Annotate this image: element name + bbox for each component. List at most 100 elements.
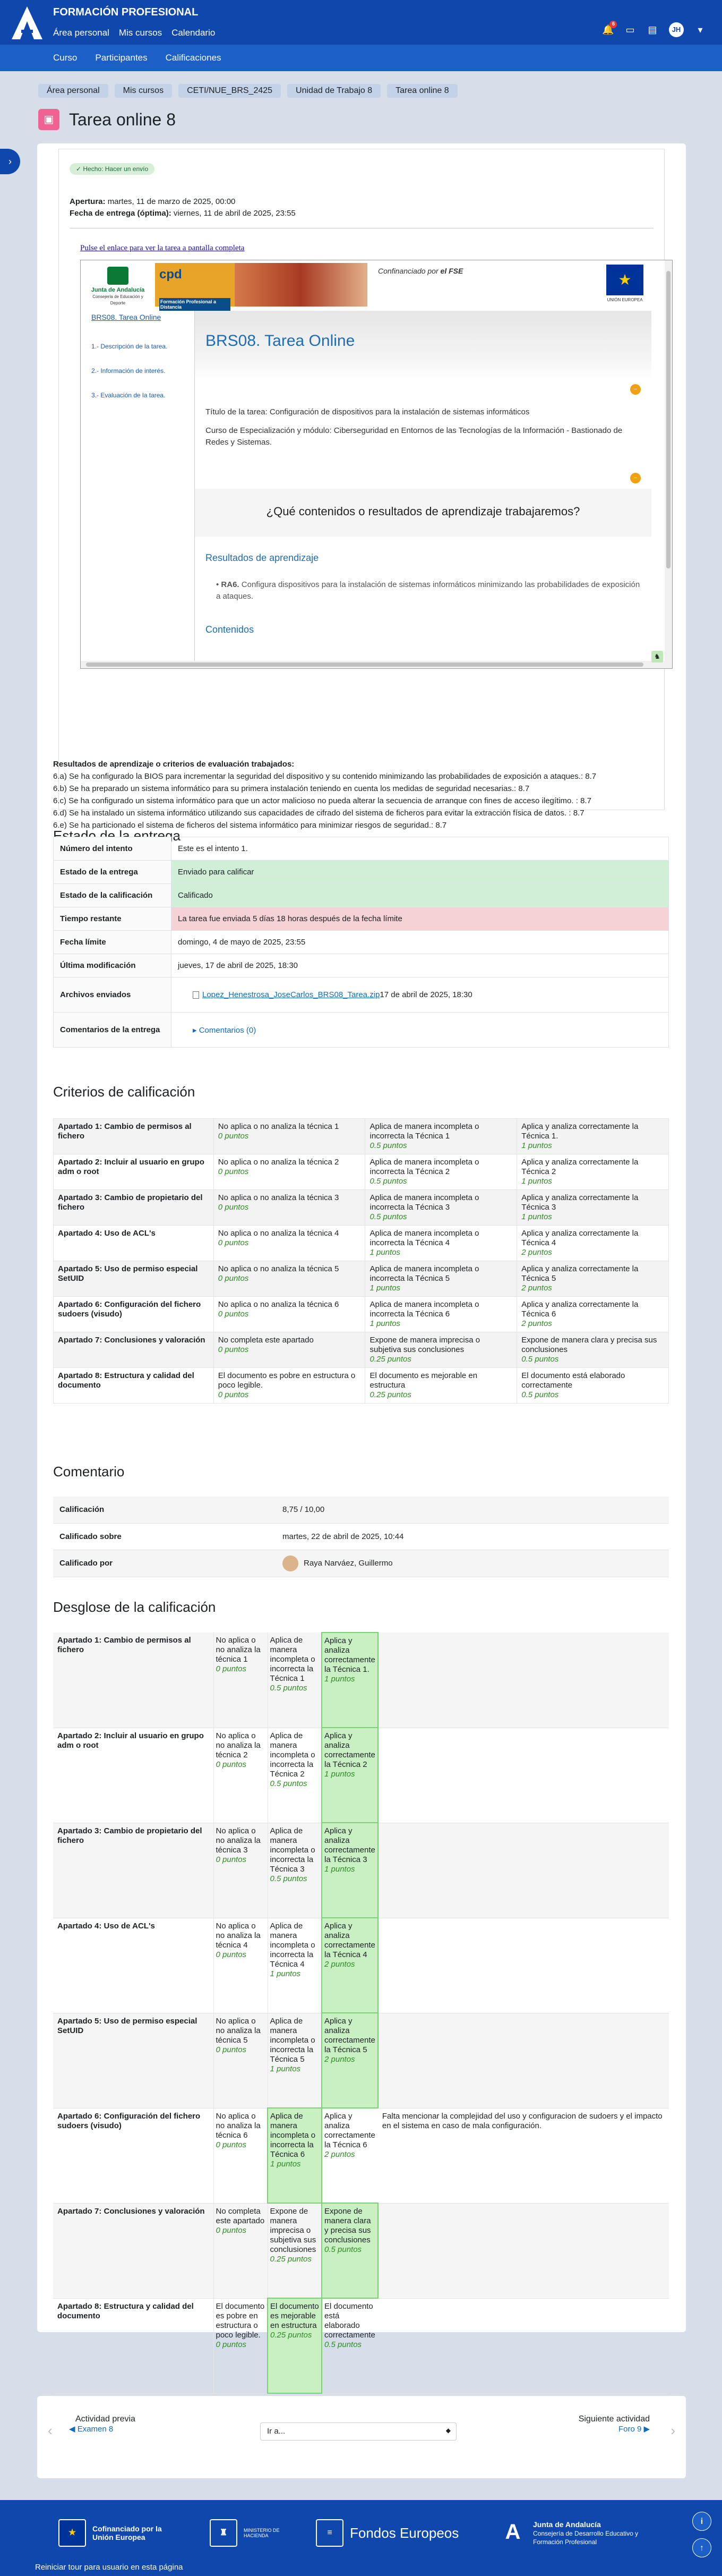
reset-tour-link[interactable]: Reiniciar tour para usuario en esta pági… [35,2563,183,2572]
breadcrumb-item[interactable]: Área personal [38,84,108,98]
table-row: Número del intento Este es el intento 1. [53,837,669,861]
result-item: 6.c) Se ha configurado un sistema inform… [53,796,591,805]
criterion-name: Apartado 3: Cambio de propietario del fi… [53,1823,213,1918]
level-points: 0 puntos [216,1759,247,1769]
edit-mode-icon[interactable]: ▤ [647,24,658,36]
selected-level: Aplica y analiza correctamente la Técnic… [321,2012,379,2109]
due-label: Fecha de entrega (óptima): [70,209,171,218]
frame-scrollbar[interactable] [665,260,672,668]
chat-icon[interactable]: ▭ [624,24,636,36]
rubric-row: Apartado 4: Uso de ACL's No aplica o no a… [53,1225,669,1261]
frame-toc: BRS08. Tarea Online 1.- Descripción de l… [81,311,195,667]
rubric-level: Aplica y analiza correctamente la Técnic… [321,2108,378,2204]
breadcrumb-item[interactable]: Mis cursos [114,84,173,98]
level-points: 0.5 puntos [270,1874,307,1883]
tab-curso[interactable]: Curso [53,53,77,63]
file-icon [193,991,199,999]
back-to-top-button[interactable]: ↑ [692,2538,711,2557]
toc-item[interactable]: 3.- Evaluación de la tarea. [81,386,194,404]
next-activity-link[interactable]: Foro 9 ▶ [579,2424,650,2434]
breadcrumb-item[interactable]: Tarea online 8 [387,84,458,98]
rubric-level: Aplica y analiza correctamente la Técnic… [517,1261,669,1297]
chevron-right-icon[interactable]: › [671,2422,675,2439]
toggle-icon[interactable]: − [630,384,641,395]
level-description: No aplica o no analiza la técnica 2 [216,1731,261,1759]
rubric-level: Aplica y analiza correctamente la Técnic… [517,1118,669,1154]
grader-name: Raya Narváez, Guillermo [304,1558,393,1568]
breakdown-row: Apartado 1: Cambio de permisos al ficher… [53,1632,669,1728]
toc-item[interactable]: 2.- Información de interés. [81,362,194,380]
breadcrumb-item[interactable]: Unidad de Trabajo 8 [287,84,381,98]
level-description: El documento es mejorable en estructura [369,1371,478,1390]
site-brand[interactable]: FORMACIÓN PROFESIONAL [53,6,198,19]
banner-photo [235,263,367,307]
game-icon[interactable]: ♞ [651,651,663,662]
grade-breakdown-table: Apartado 1: Cambio de permisos al ficher… [53,1632,669,2394]
bell-icon[interactable]: 🔔 6 [602,21,617,36]
rubric-level: No completa este apartado 0 puntos [213,1332,366,1368]
breadcrumb: Área personal Mis cursos CETI/NUE_BRS_24… [38,84,458,98]
fullscreen-link[interactable]: Pulse el enlace para ver la tarea a pant… [80,244,244,253]
user-avatar[interactable]: JH [669,22,684,37]
result-item: 6.b) Se ha preparado un sistema informát… [53,784,530,793]
fondos-logo: ≡ Fondos Europeos [316,2519,459,2547]
submitted-file-link[interactable]: Lopez_Henestrosa_JoseCarlos_BRS08_Tarea.… [202,990,380,999]
level-points: 0.25 puntos [369,1355,411,1364]
course-index-toggle[interactable]: › [0,149,20,174]
task-embedded-frame[interactable]: Junta de Andalucía Consejería de Educació… [80,260,673,669]
page-header: ▣ Tarea online 8 [38,109,176,130]
level-points: 0.5 puntos [369,1141,407,1150]
level-points: 1 puntos [369,1248,401,1257]
activity-navigation: ‹ Actividad previa ◀ Examen 8 Ir a... ◆ S… [37,2396,686,2478]
rubric-level: Aplica y analiza correctamente la Técnic… [517,1296,669,1332]
criterion-feedback [377,1633,669,1728]
level-points: 0 puntos [216,1664,247,1673]
tab-participantes[interactable]: Participantes [95,53,147,63]
rubric-level: No aplica o no analiza la técnica 50 pun… [213,1261,366,1297]
junta-logo: Junta de Andalucía Consejería de Educació… [86,267,150,305]
level-points: 0 puntos [216,1950,247,1959]
level-points: 0.25 puntos [369,1390,411,1399]
site-logo[interactable] [11,5,44,40]
level-description: Aplica de manera incompleta o incorrecta… [270,2112,316,2159]
level-points: 1 puntos [270,1969,301,1978]
jump-to-select[interactable]: Ir a... ◆ [260,2422,457,2441]
criteria-heading: Criterios de calificación [53,1084,195,1100]
nav-area-personal[interactable]: Área personal [53,28,109,38]
level-description: Aplica de manera incompleta o incorrecta… [270,1636,315,1683]
level-description: No aplica o no analiza la técnica 5 [218,1264,339,1273]
criterion-name: Apartado 5: Uso de permiso especial SetU… [53,1261,214,1297]
rubric-row: Apartado 7: Conclusiones y valoración No … [53,1332,669,1368]
level-points: 0.5 puntos [369,1212,407,1221]
opened-label: Apertura: [70,197,106,206]
rubric-level: No aplica o no analiza la técnica 30 pun… [213,1189,366,1226]
level-description: Aplica de manera incompleta o incorrecta… [369,1193,479,1212]
level-description: Aplica y analiza correctamente la Técnic… [521,1193,639,1212]
comments-toggle[interactable]: ▸ Comentarios (0) [171,1012,669,1048]
level-points: 0 puntos [218,1345,249,1354]
level-description: No aplica o no analiza la técnica 1 [216,1636,261,1664]
toc-item[interactable]: 1.- Descripción de la tarea. [81,337,194,355]
toc-item[interactable]: BRS08. Tarea Online [81,311,194,327]
cofinanced-text: Confinanciado por el FSE [378,267,463,275]
info-button[interactable]: i [692,2512,711,2531]
rubric-level: No aplica o no analiza la técnica 40 pun… [213,1918,268,2013]
toggle-icon[interactable]: − [630,473,641,483]
notification-badge: 6 [609,21,617,28]
table-row: Tiempo restante La tarea fue enviada 5 dí… [53,907,669,931]
nav-mis-cursos[interactable]: Mis cursos [119,28,162,38]
criterion-name: Apartado 2: Incluir al usuario en grupo … [53,1728,213,1823]
criterion-feedback [377,1918,669,2013]
chevron-down-icon[interactable]: ▾ [694,24,706,36]
prev-activity-link[interactable]: ◀ Examen 8 [69,2425,113,2434]
frame-hscrollbar[interactable] [81,661,665,668]
comment-heading: Comentario [53,1464,125,1480]
level-points: 0 puntos [218,1238,249,1247]
nav-calendario[interactable]: Calendario [171,28,215,38]
level-description: Aplica y analiza correctamente la Técnic… [521,1122,639,1141]
submission-status: Enviado para calificar [171,860,669,884]
level-description: Aplica de manera incompleta o incorrecta… [369,1264,479,1283]
breadcrumb-item[interactable]: CETI/NUE_BRS_2425 [178,84,281,98]
tab-calificaciones[interactable]: Calificaciones [166,53,221,63]
chevron-left-icon[interactable]: ‹ [48,2422,53,2439]
